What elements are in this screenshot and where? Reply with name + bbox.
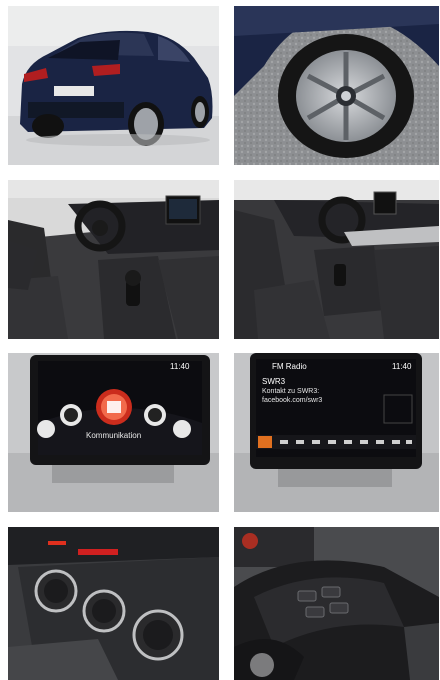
- wheel-image: [234, 6, 439, 165]
- photo-infotainment-menu[interactable]: 11:40 Kommunikation: [8, 353, 219, 512]
- menu-time: 11:40: [170, 362, 190, 371]
- interior-passenger-image: [234, 180, 439, 339]
- steering-wheel-image: [234, 527, 439, 680]
- radio-line1: Kontakt zu SWR3:: [262, 388, 320, 395]
- photo-steering-wheel[interactable]: [234, 527, 439, 680]
- climate-controls-image: [8, 527, 219, 680]
- photo-wheel[interactable]: [234, 6, 439, 165]
- photo-climate-controls[interactable]: [8, 527, 219, 680]
- radio-line2: facebook.com/swr3: [262, 397, 323, 404]
- photo-interior-passenger[interactable]: [234, 180, 439, 339]
- interior-driver-image: [8, 180, 219, 339]
- radio-station: SWR3: [262, 377, 286, 386]
- photo-rear-exterior[interactable]: [8, 6, 219, 165]
- photo-infotainment-radio[interactable]: FM Radio 11:40 SWR3 Kontakt zu SWR3: fac…: [234, 353, 439, 512]
- photo-interior-driver[interactable]: [8, 180, 219, 339]
- menu-label: Kommunikation: [86, 431, 142, 440]
- radio-title: FM Radio: [272, 362, 307, 371]
- radio-time: 11:40: [392, 362, 412, 371]
- photo-gallery: 11:40 Kommunikation FM Radio 11:40 SWR3 …: [0, 0, 440, 680]
- rear-exterior-image: [8, 6, 219, 165]
